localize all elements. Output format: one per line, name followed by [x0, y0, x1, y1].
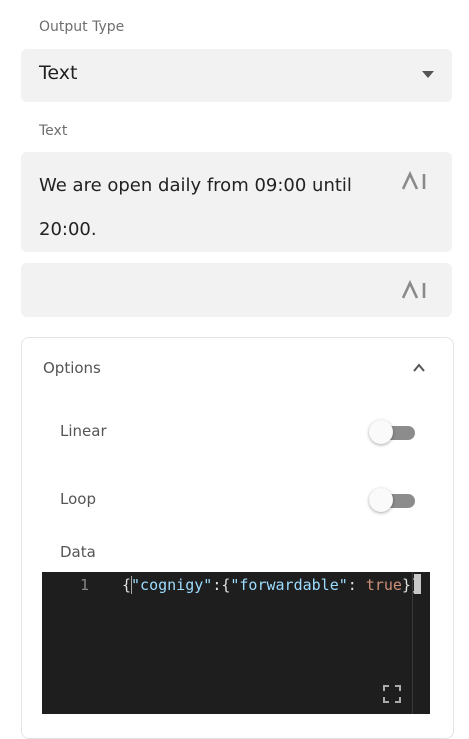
- options-title: Options: [43, 359, 101, 377]
- chevron-up-icon[interactable]: [413, 362, 425, 374]
- output-type-value: Text: [39, 62, 78, 84]
- ai-assist-icon[interactable]: [402, 280, 428, 300]
- data-label: Data: [60, 543, 96, 561]
- text-input[interactable]: We are open daily from 09:00 until 20:00…: [21, 152, 452, 252]
- text-input-value: We are open daily from 09:00 until 20:00…: [39, 175, 352, 240]
- fullscreen-icon[interactable]: [382, 684, 402, 704]
- caret-down-icon: [422, 71, 434, 78]
- options-panel: Options Linear Loop Data 1 {"cognigy":{"…: [21, 337, 454, 739]
- text-label: Text: [39, 123, 68, 139]
- loop-label: Loop: [60, 490, 96, 508]
- output-type-select[interactable]: Text: [21, 49, 452, 102]
- editor-scrollbar[interactable]: [412, 572, 429, 714]
- data-code-editor[interactable]: 1 {"cognigy":{"forwardable": true}}: [42, 572, 430, 714]
- editor-scrollbar-thumb[interactable]: [414, 574, 421, 594]
- linear-label: Linear: [60, 422, 107, 440]
- secondary-text-input[interactable]: [21, 263, 452, 317]
- linear-toggle[interactable]: [369, 420, 415, 444]
- line-number: 1: [80, 576, 90, 594]
- ai-assist-icon[interactable]: [402, 171, 428, 191]
- output-type-label: Output Type: [39, 19, 125, 35]
- code-line: {"cognigy":{"forwardable": true}}: [122, 576, 421, 594]
- loop-toggle[interactable]: [369, 488, 415, 512]
